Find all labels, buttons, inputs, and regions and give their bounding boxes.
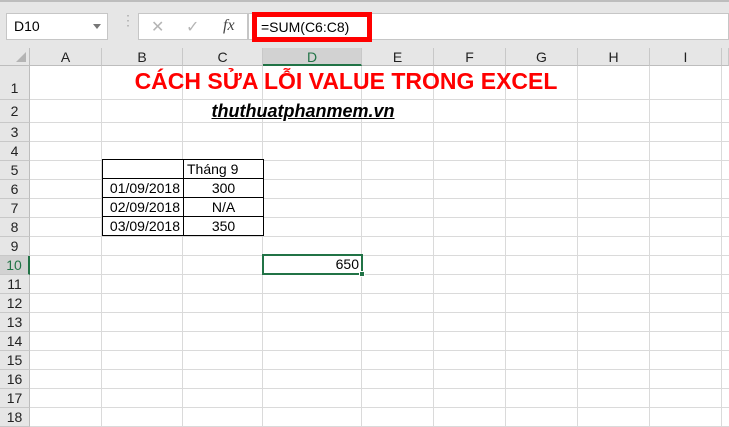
active-cell-D10[interactable]: 650 (262, 254, 365, 277)
gridline (433, 66, 434, 426)
formula-bar-area: D10 ⋮ ✕ ✓ fx =SUM(C6:C8) (0, 0, 729, 48)
row-header-9[interactable]: 9 (0, 237, 30, 256)
row-header-3[interactable]: 3 (0, 123, 30, 142)
gridline (505, 66, 506, 426)
column-header-E[interactable]: E (362, 48, 434, 66)
name-box-value: D10 (14, 18, 40, 34)
spreadsheet-grid[interactable]: A B C D E F G H I 1 2 3 4 5 6 7 8 9 10 11 12 13 14 15 16 17 18 CÁC… (0, 48, 729, 427)
gridline (30, 293, 729, 294)
gridline (30, 274, 729, 275)
row-header-10[interactable]: 10 (0, 256, 30, 275)
gridline (30, 331, 729, 332)
row-header-12[interactable]: 12 (0, 294, 30, 313)
cell-B7[interactable]: 02/09/2018 (102, 197, 184, 217)
gridline (721, 66, 722, 426)
formula-highlight: =SUM(C6:C8) (252, 12, 372, 42)
row-header-11[interactable]: 11 (0, 275, 30, 294)
column-header-J[interactable] (722, 48, 729, 66)
gridline (649, 66, 650, 426)
cell-C5[interactable]: Tháng 9 (183, 159, 264, 179)
fill-handle[interactable] (359, 271, 365, 277)
gridline (30, 388, 729, 389)
row-header-7[interactable]: 7 (0, 199, 30, 218)
row-header-6[interactable]: 6 (0, 180, 30, 199)
row-header-17[interactable]: 17 (0, 389, 30, 408)
column-header-D[interactable]: D (263, 48, 362, 66)
cell-C7[interactable]: N/A (183, 197, 264, 217)
cell-value: 650 (335, 256, 359, 272)
gridline (30, 141, 729, 142)
chevron-down-icon[interactable] (93, 24, 101, 29)
cell-B6[interactable]: 01/09/2018 (102, 178, 184, 198)
select-all-button[interactable] (0, 48, 30, 66)
column-header-H[interactable]: H (578, 48, 650, 66)
row-header-13[interactable]: 13 (0, 313, 30, 332)
gridline (30, 122, 729, 123)
row-header-18[interactable]: 18 (0, 408, 30, 427)
gridline (577, 66, 578, 426)
enter-icon[interactable]: ✓ (186, 17, 199, 37)
formula-buttons: ✕ ✓ fx (138, 13, 248, 40)
cancel-icon[interactable]: ✕ (151, 17, 164, 37)
gridline (30, 236, 729, 237)
column-header-F[interactable]: F (434, 48, 506, 66)
gridline (30, 369, 729, 370)
row-header-5[interactable]: 5 (0, 161, 30, 180)
cell-C6[interactable]: 300 (183, 178, 264, 198)
row-header-15[interactable]: 15 (0, 351, 30, 370)
gridline (30, 350, 729, 351)
column-header-G[interactable]: G (506, 48, 578, 66)
row-header-14[interactable]: 14 (0, 332, 30, 351)
row-header-8[interactable]: 8 (0, 218, 30, 237)
cell-C8[interactable]: 350 (183, 216, 264, 236)
insert-function-icon[interactable]: fx (223, 17, 235, 35)
gridline (30, 99, 729, 100)
row-header-1[interactable]: 1 (0, 66, 30, 100)
gridline (30, 407, 729, 408)
column-header-I[interactable]: I (650, 48, 722, 66)
gridline (101, 66, 102, 426)
cell-B5[interactable] (102, 159, 184, 179)
column-header-C[interactable]: C (183, 48, 263, 66)
row-header-2[interactable]: 2 (0, 100, 30, 123)
cell-B8[interactable]: 03/09/2018 (102, 216, 184, 236)
sheet-title: CÁCH SỬA LỖI VALUE TRONG EXCEL (134, 68, 558, 94)
column-header-B[interactable]: B (102, 48, 183, 66)
row-header-4[interactable]: 4 (0, 142, 30, 161)
column-header-A[interactable]: A (30, 48, 102, 66)
gridline (30, 312, 729, 313)
row-header-16[interactable]: 16 (0, 370, 30, 389)
name-box[interactable]: D10 (6, 13, 108, 40)
site-link: thuthuatphanmem.vn (211, 101, 395, 121)
drag-handle-icon[interactable]: ⋮ (121, 13, 135, 27)
gridline (30, 255, 729, 256)
